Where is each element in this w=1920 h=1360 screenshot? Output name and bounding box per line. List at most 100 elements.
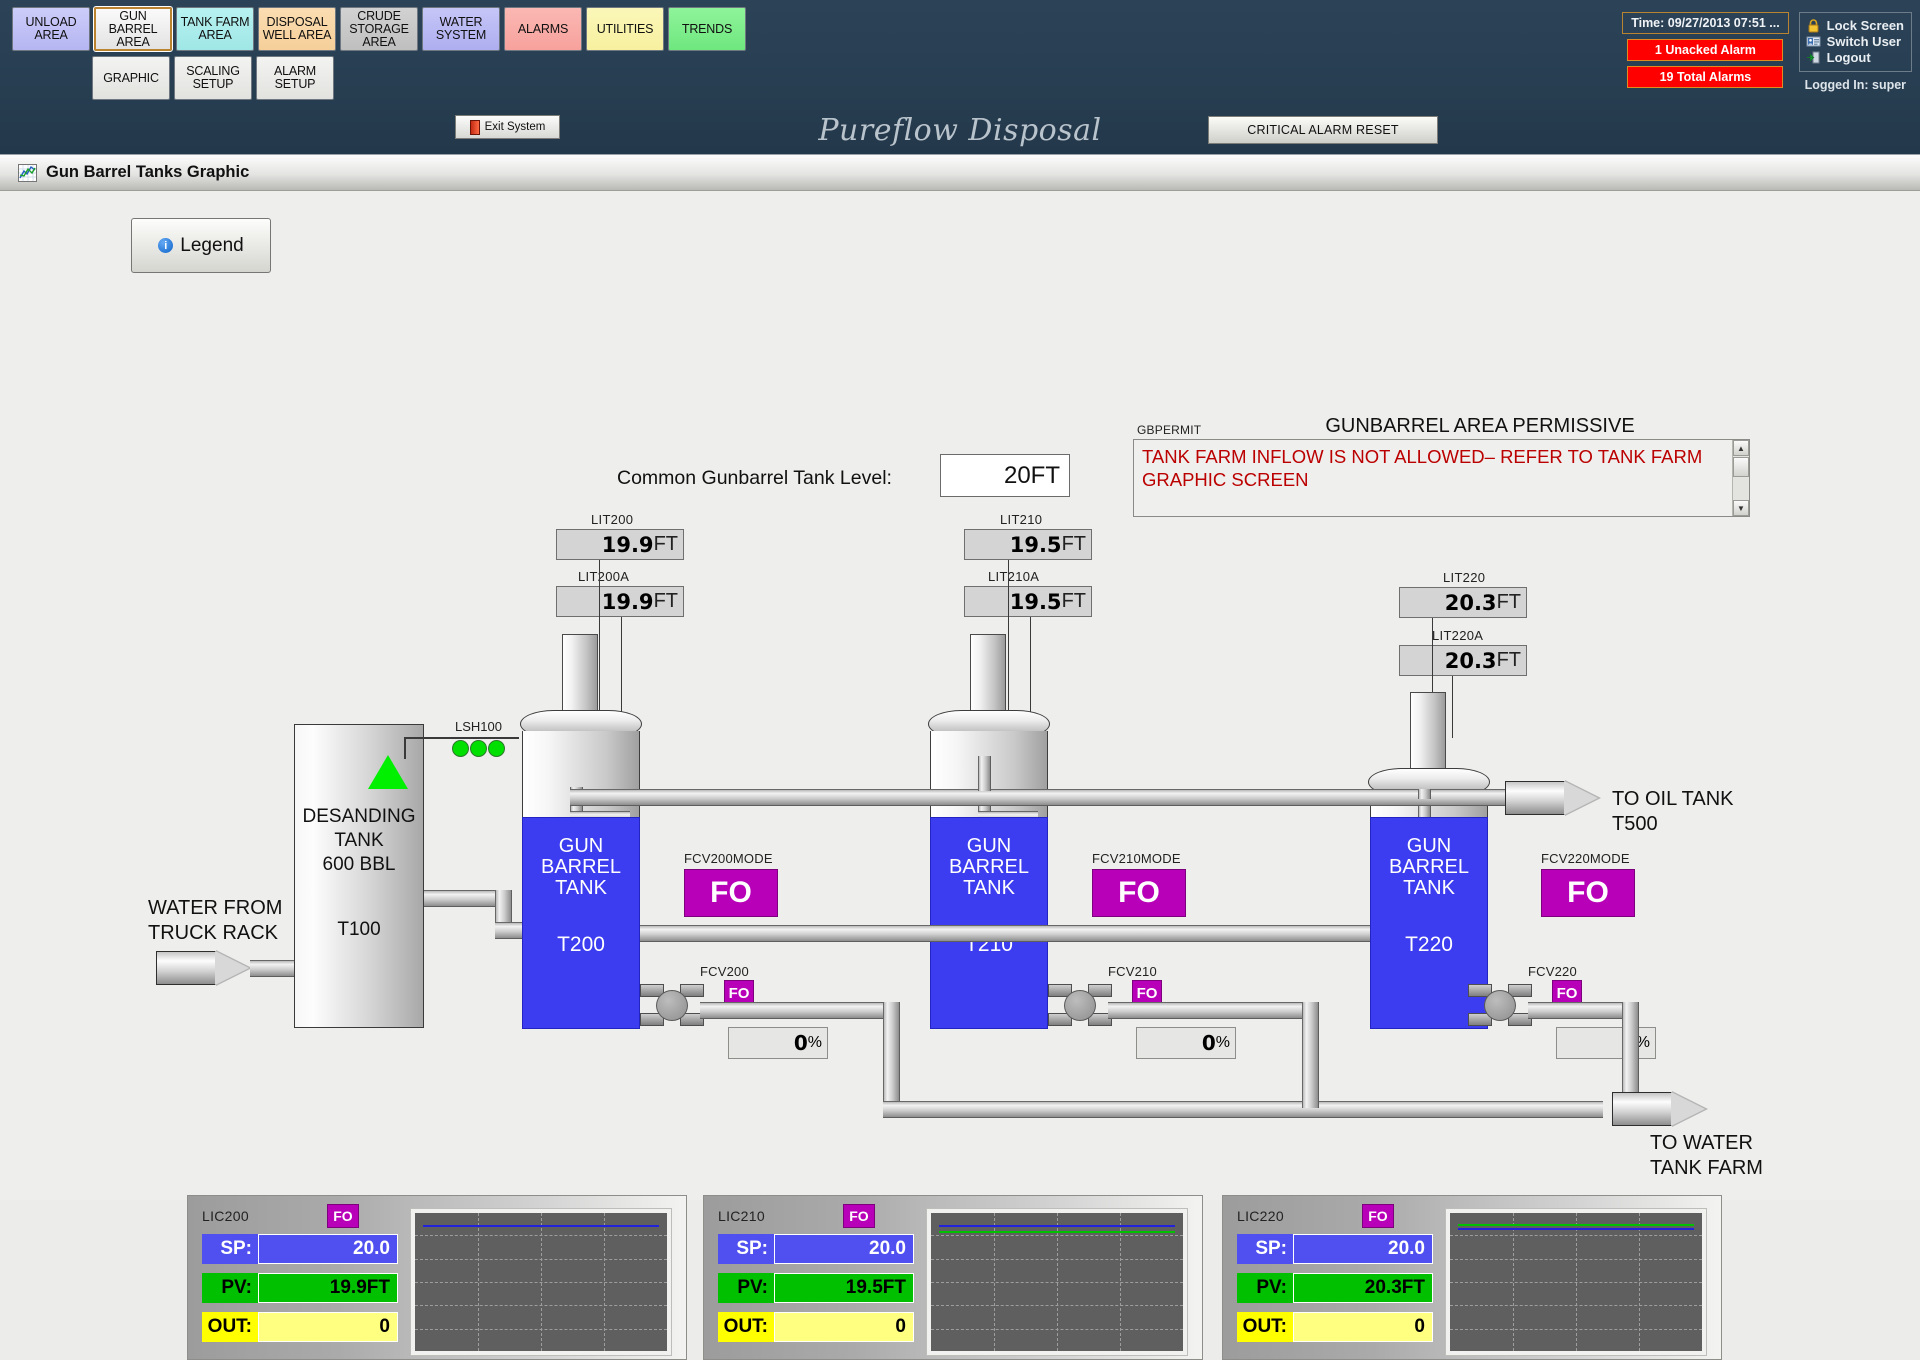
fcv220mode-box[interactable]: FO [1541,869,1635,917]
nav-label-line: AREA [116,34,150,49]
nav-button-scaling-setup[interactable]: SCALING SETUP [174,56,252,100]
lit200a-value-box[interactable]: 19.9 FT [556,586,684,617]
lock-screen-button[interactable]: Lock Screen [1806,18,1904,33]
fcv200-valve[interactable] [638,984,706,1026]
desanding-tank-id: T100 [337,919,381,940]
lic220-trend-chart[interactable] [1445,1208,1707,1356]
permissive-title: GUNBARREL AREA PERMISSIVE [1325,415,1635,437]
fcv210-output-box[interactable]: 0% [1136,1027,1236,1059]
fcv210-tag: FCV210 [1108,964,1157,979]
nav-label-line: STORAGE [349,21,409,36]
tank-caption-line2: BARREL [948,856,1030,878]
switch-user-icon [1806,34,1821,49]
valve-disc [1064,990,1096,1021]
nav-button-tank-farm-area[interactable]: TANK FARM AREA [176,7,254,51]
scroll-up-icon[interactable]: ▲ [1733,440,1749,456]
lic220-sp-value[interactable]: 20.0 [1293,1234,1433,1264]
lsh100-tag: LSH100 [455,719,502,734]
trend-line-sp [1457,1228,1695,1231]
lit210a-value: 19.5 [1009,589,1062,614]
arrow-head-fill [1671,1092,1705,1126]
scrollbar-thumb[interactable] [1733,457,1749,477]
water-collection-header [883,1101,1603,1118]
lic200-mode[interactable]: FO [326,1204,359,1228]
lic210-pv-label: PV: [718,1273,774,1303]
lit220a-unit: FT [1496,649,1521,671]
lsh100-drop-line [404,737,406,759]
lit210-leader-line [1008,560,1009,730]
lic220-mode[interactable]: FO [1361,1204,1394,1228]
lit220-value-box[interactable]: 20.3 FT [1399,587,1527,618]
nav-label-line: GUN [119,8,147,23]
fcv220-output-box[interactable]: 0% [1556,1027,1656,1059]
lsh100-indicator-lamps[interactable] [452,740,505,757]
lic200-sp-value[interactable]: 20.0 [258,1234,398,1264]
lic210-mode[interactable]: FO [842,1204,875,1228]
nav-button-unload-area[interactable]: UNLOAD AREA [12,7,90,51]
permissive-scrollbar[interactable]: ▲ ▼ [1732,440,1749,516]
oil-outlet-label: TO OIL TANK T500 [1612,787,1734,837]
lit220a-value-box[interactable]: 20.3 FT [1399,645,1527,676]
lic210-trend-chart[interactable] [926,1208,1188,1356]
nav-button-alarm-setup[interactable]: ALARM SETUP [256,56,334,100]
legend-button[interactable]: i Legend [131,218,271,273]
scroll-down-icon[interactable]: ▼ [1733,500,1749,516]
lit200-value-box[interactable]: 19.9 FT [556,529,684,560]
desanding-tank-caption: DESANDING TANK 600 BBL [295,805,423,877]
nav-button-gun-barrel-area[interactable]: GUN BARREL AREA [93,6,173,52]
total-alarm-badge[interactable]: 19 Total Alarms [1627,66,1784,88]
fcv200-output-box[interactable]: 0% [728,1027,828,1059]
logout-icon [1806,50,1821,65]
lit210-value-box[interactable]: 19.5 FT [964,529,1092,560]
lic220-out-value[interactable]: 0 [1293,1312,1433,1342]
tank-caption-line1: GUN [558,835,604,857]
fcv210mode-box[interactable]: FO [1092,869,1186,917]
nav-label-line: BARREL [108,21,158,36]
lic210-sp-value[interactable]: 20.0 [774,1234,914,1264]
lic210-out-value[interactable]: 0 [774,1312,914,1342]
lock-screen-label: Lock Screen [1826,18,1904,33]
trend-line-pv [938,1230,1176,1233]
lic220-out-label: OUT: [1237,1312,1293,1342]
t200-tank-id: T200 [557,933,605,956]
arrow-head-fill [1564,781,1598,815]
t210-liquid-body[interactable]: GUN BARREL TANK T210 [930,817,1048,1029]
fcv200mode-box[interactable]: FO [684,869,778,917]
logout-button[interactable]: Logout [1806,50,1904,65]
common-level-value[interactable]: 20FT [940,454,1070,497]
switch-user-button[interactable]: Switch User [1806,34,1904,49]
unacked-alarm-badge[interactable]: 1 Unacked Alarm [1627,39,1784,61]
nav-button-utilities[interactable]: UTILITIES [586,7,664,51]
gridline-h [931,1235,1183,1237]
lit200a-unit: FT [653,590,678,612]
nav-button-crude-storage-area[interactable]: CRUDE STORAGE AREA [340,7,418,51]
gridline-h [1450,1258,1702,1260]
critical-alarm-reset-button[interactable]: CRITICAL ALARM RESET [1208,116,1438,144]
t200-liquid-body[interactable]: GUN BARREL TANK T200 [522,817,640,1029]
fcv210-valve[interactable] [1046,984,1114,1026]
nav-button-alarms[interactable]: ALARMS [504,7,582,51]
faceplate-lic210: LIC210 FO SP: 20.0 PV: 19.5FT OUT: 0 [703,1195,1203,1360]
lic200-sp-row: SP: 20.0 [202,1234,412,1264]
lic200-trend-chart[interactable] [410,1208,672,1356]
nav-button-graphic[interactable]: GRAPHIC [92,56,170,100]
lic200-out-value[interactable]: 0 [258,1312,398,1342]
nav-button-trends[interactable]: TRENDS [668,7,746,51]
nav-button-disposal-well-area[interactable]: DISPOSAL WELL AREA [258,7,336,51]
t220-oil-riser [1418,789,1431,799]
fcv200-output-unit: % [807,1034,822,1051]
fcv220-valve[interactable] [1466,984,1534,1026]
tank-caption-line2: BARREL [1388,856,1470,878]
t220-caption: GUN BARREL TANK [1371,818,1487,899]
lit210a-value-box[interactable]: 19.5 FT [964,586,1092,617]
nav-label-line: AREA [362,34,396,49]
nav-button-water-system[interactable]: WATER SYSTEM [422,7,500,51]
window-title-bar: Gun Barrel Tanks Graphic [0,155,1920,191]
legend-label: Legend [180,234,244,256]
lic220-sp-row: SP: 20.0 [1237,1234,1447,1264]
gridline-h [415,1305,667,1307]
water-outlet-label: TO WATER TANK FARM [1650,1131,1763,1181]
valve-disc [1484,990,1516,1021]
lsh100-lamp [470,740,487,757]
faceplate-lic220: LIC220 FO SP: 20.0 PV: 20.3FT OUT: 0 [1222,1195,1722,1360]
